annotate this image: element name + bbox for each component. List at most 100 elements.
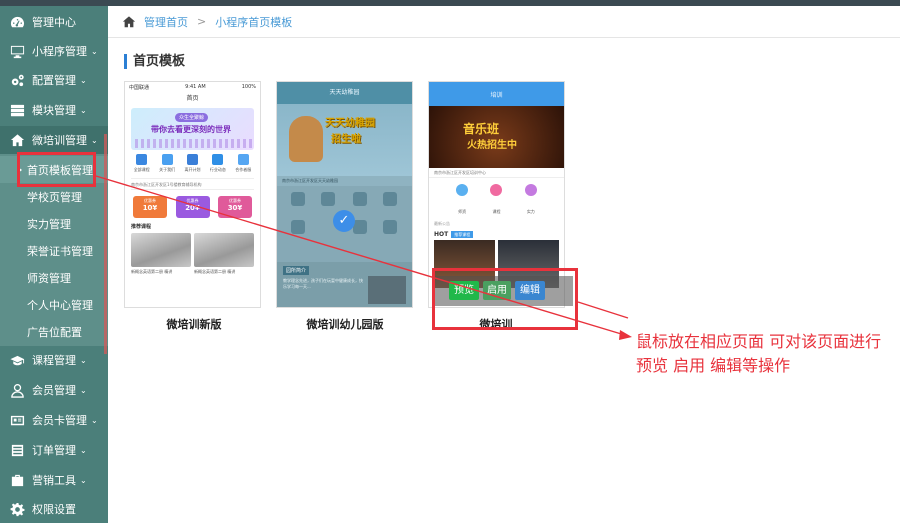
sidebar-item-label: 订单管理 [32, 444, 76, 457]
sidebar-item-label: 会员管理 [32, 384, 76, 397]
sidebar-item-dashboard[interactable]: 管理中心 [0, 8, 108, 36]
sidebar-item-label: 营销工具 [32, 474, 76, 487]
sidebar-item-config[interactable]: 配置管理 ⌄ [0, 66, 108, 94]
template-name: 微培训幼儿园版 [306, 318, 384, 331]
sidebar-item-orders[interactable]: 订单管理 ⌄ [0, 436, 108, 464]
banner-figure [289, 116, 323, 162]
template-icon: 全部课程 [134, 154, 150, 173]
coupon-card: 优惠券 20¥ [175, 196, 210, 218]
template-icon: 关于我们 [159, 154, 175, 173]
course-item: 新概念英语第二册 精讲 [194, 233, 254, 275]
chevron-down-icon: ⌄ [80, 475, 87, 485]
status-time: 9:41 AM [185, 84, 206, 90]
briefcase-icon [9, 472, 25, 488]
sidebar-subitem-strength[interactable]: 实力管理 [0, 210, 108, 237]
template-name: 微培训新版 [166, 318, 222, 331]
phone-header: 天天幼稚园 [277, 82, 412, 104]
sidebar-item-label: 会员卡管理 [32, 414, 87, 427]
intro-text: 教学理念先进，孩子们在玩耍中健康成长，快乐学习每一天... [283, 278, 363, 289]
course-item: 新概念英语第二册 精讲 [131, 233, 191, 275]
status-battery: 100% [241, 84, 256, 90]
status-carrier: 中国联通 [129, 85, 150, 91]
home-icon[interactable] [122, 15, 136, 29]
sidebar-item-members[interactable]: 会员管理 ⌄ [0, 376, 108, 404]
news-label: 最新公告 [434, 221, 450, 226]
dashboard-icon [9, 14, 25, 30]
template-card-kindergarten[interactable]: 天天幼稚园 天天幼稚园 招生啦 南京市浙江区开发区天天幼稚园 ✓ 园所简介 教学… [276, 81, 413, 308]
phone-status-bar: 中国联通 9:41 AM 100% [125, 82, 260, 92]
template-address: 南京市浙江区开发区1号楼教育辅导机构 [131, 178, 254, 190]
sidebar-item-member-cards[interactable]: 会员卡管理 ⌄ [0, 406, 108, 434]
sidebar-item-modules[interactable]: 模块管理 ⌄ [0, 96, 108, 124]
template-banner: 音乐班 火热招生中 [429, 106, 564, 168]
chevron-down-icon: ⌄ [80, 75, 87, 85]
sidebar-item-miniprogram[interactable]: 小程序管理 ⌄ [0, 37, 108, 65]
sidebar-item-label: 模块管理 [32, 104, 76, 117]
sidebar-item-marketing[interactable]: 营销工具 ⌄ [0, 466, 108, 494]
chevron-down-icon: ⌄ [91, 135, 98, 145]
template-icon: 行业动态 [210, 154, 226, 173]
page-title: 首页模板 [124, 54, 185, 69]
server-icon [9, 102, 25, 118]
intro-tag: 园所简介 [283, 266, 310, 275]
sidebar-item-label: 权限设置 [32, 503, 76, 516]
coupon-card: 优惠券 10¥ [133, 196, 167, 218]
sidebar-item-label: 小程序管理 [32, 45, 87, 58]
phone-header: 首页 [186, 95, 199, 102]
template-icon: 合作者服 [235, 154, 251, 173]
user-icon [9, 382, 25, 398]
sidebar-subitem-honors[interactable]: 荣誉证书管理 [0, 237, 108, 264]
chevron-down-icon: ⌄ [80, 105, 87, 115]
banner-slogan: 带你去看更深刻的世界 [151, 125, 231, 134]
phone-header: 培训 [429, 82, 564, 106]
sidebar-item-label: 配置管理 [32, 74, 76, 87]
chevron-down-icon: ⌄ [80, 385, 87, 395]
sidebar-scrollbar[interactable] [104, 134, 107, 354]
template-icon-row: 全部课程 关于我们 离开计划 行业动态 合作者服 [129, 154, 256, 173]
breadcrumb-home-link[interactable]: 管理首页 [144, 14, 188, 30]
breadcrumb-separator: > [197, 15, 207, 28]
sidebar-subitem-teachers[interactable]: 师资管理 [0, 264, 108, 291]
sidebar-item-training[interactable]: 微培训管理 ⌄ [0, 126, 108, 154]
chevron-down-icon: ⌄ [80, 445, 87, 455]
template-banner: 众生全聚鲸 带你去看更深刻的世界 [131, 108, 254, 150]
template-icon-grid: ✓ [277, 186, 412, 262]
hot-tag: 推荐课程 [451, 231, 474, 238]
breadcrumb: 管理首页 > 小程序首页模板 [108, 6, 900, 38]
template-intro: 园所简介 教学理念先进，孩子们在玩耍中健康成长，快乐学习每一天... [277, 262, 412, 307]
template-icon-row: 师资 课程 实力 [445, 184, 548, 217]
banner-decoration [135, 139, 254, 148]
sidebar-subitem-profile[interactable]: 个人中心管理 [0, 291, 108, 318]
check-icon: ✓ [333, 210, 355, 232]
banner-title: 天天幼稚园 [325, 118, 375, 129]
id-card-icon [9, 412, 25, 428]
template-icon: 离开计划 [184, 154, 200, 173]
template-banner: 天天幼稚园 招生啦 [277, 104, 412, 176]
sidebar-item-label: 微培训管理 [32, 134, 87, 147]
banner-tag: 众生全聚鲸 [175, 113, 209, 122]
gear-icon [9, 501, 25, 517]
template-address: 南京市浙江区开发区培训中心 [429, 168, 564, 178]
chevron-down-icon: ⌄ [80, 355, 87, 365]
template-card-new[interactable]: 中国联通 9:41 AM 100% 首页 众生全聚鲸 带你去看更深刻的世界 全部… [124, 81, 261, 308]
sidebar-subitem-ads[interactable]: 广告位配置 [0, 318, 108, 345]
template-icon: 课程 [490, 184, 503, 217]
chevron-down-icon: ⌄ [91, 415, 98, 425]
monitor-icon [9, 43, 25, 59]
template-address: 南京市浙江区开发区天天幼稚园 [277, 176, 412, 186]
home-icon [9, 132, 25, 148]
template-icon: 实力 [524, 184, 537, 217]
cogs-icon [9, 72, 25, 88]
hot-section: HOT 推荐课程 [434, 231, 559, 238]
highlight-box-actions [432, 268, 578, 330]
intro-image [368, 276, 406, 304]
template-coupons: 优惠券 10¥ 优惠券 20¥ 优惠券 30¥ [133, 196, 252, 218]
breadcrumb-current[interactable]: 小程序首页模板 [215, 14, 292, 30]
highlight-box-menu [17, 152, 96, 187]
sidebar-item-permissions[interactable]: 权限设置 [0, 495, 108, 523]
sidebar-subitem-school-page[interactable]: 学校页管理 [0, 183, 108, 210]
list-icon [9, 442, 25, 458]
sidebar-item-courses[interactable]: 课程管理 ⌄ [0, 346, 108, 374]
banner-subtitle: 招生啦 [331, 134, 361, 145]
coupon-card: 优惠券 30¥ [218, 196, 252, 218]
